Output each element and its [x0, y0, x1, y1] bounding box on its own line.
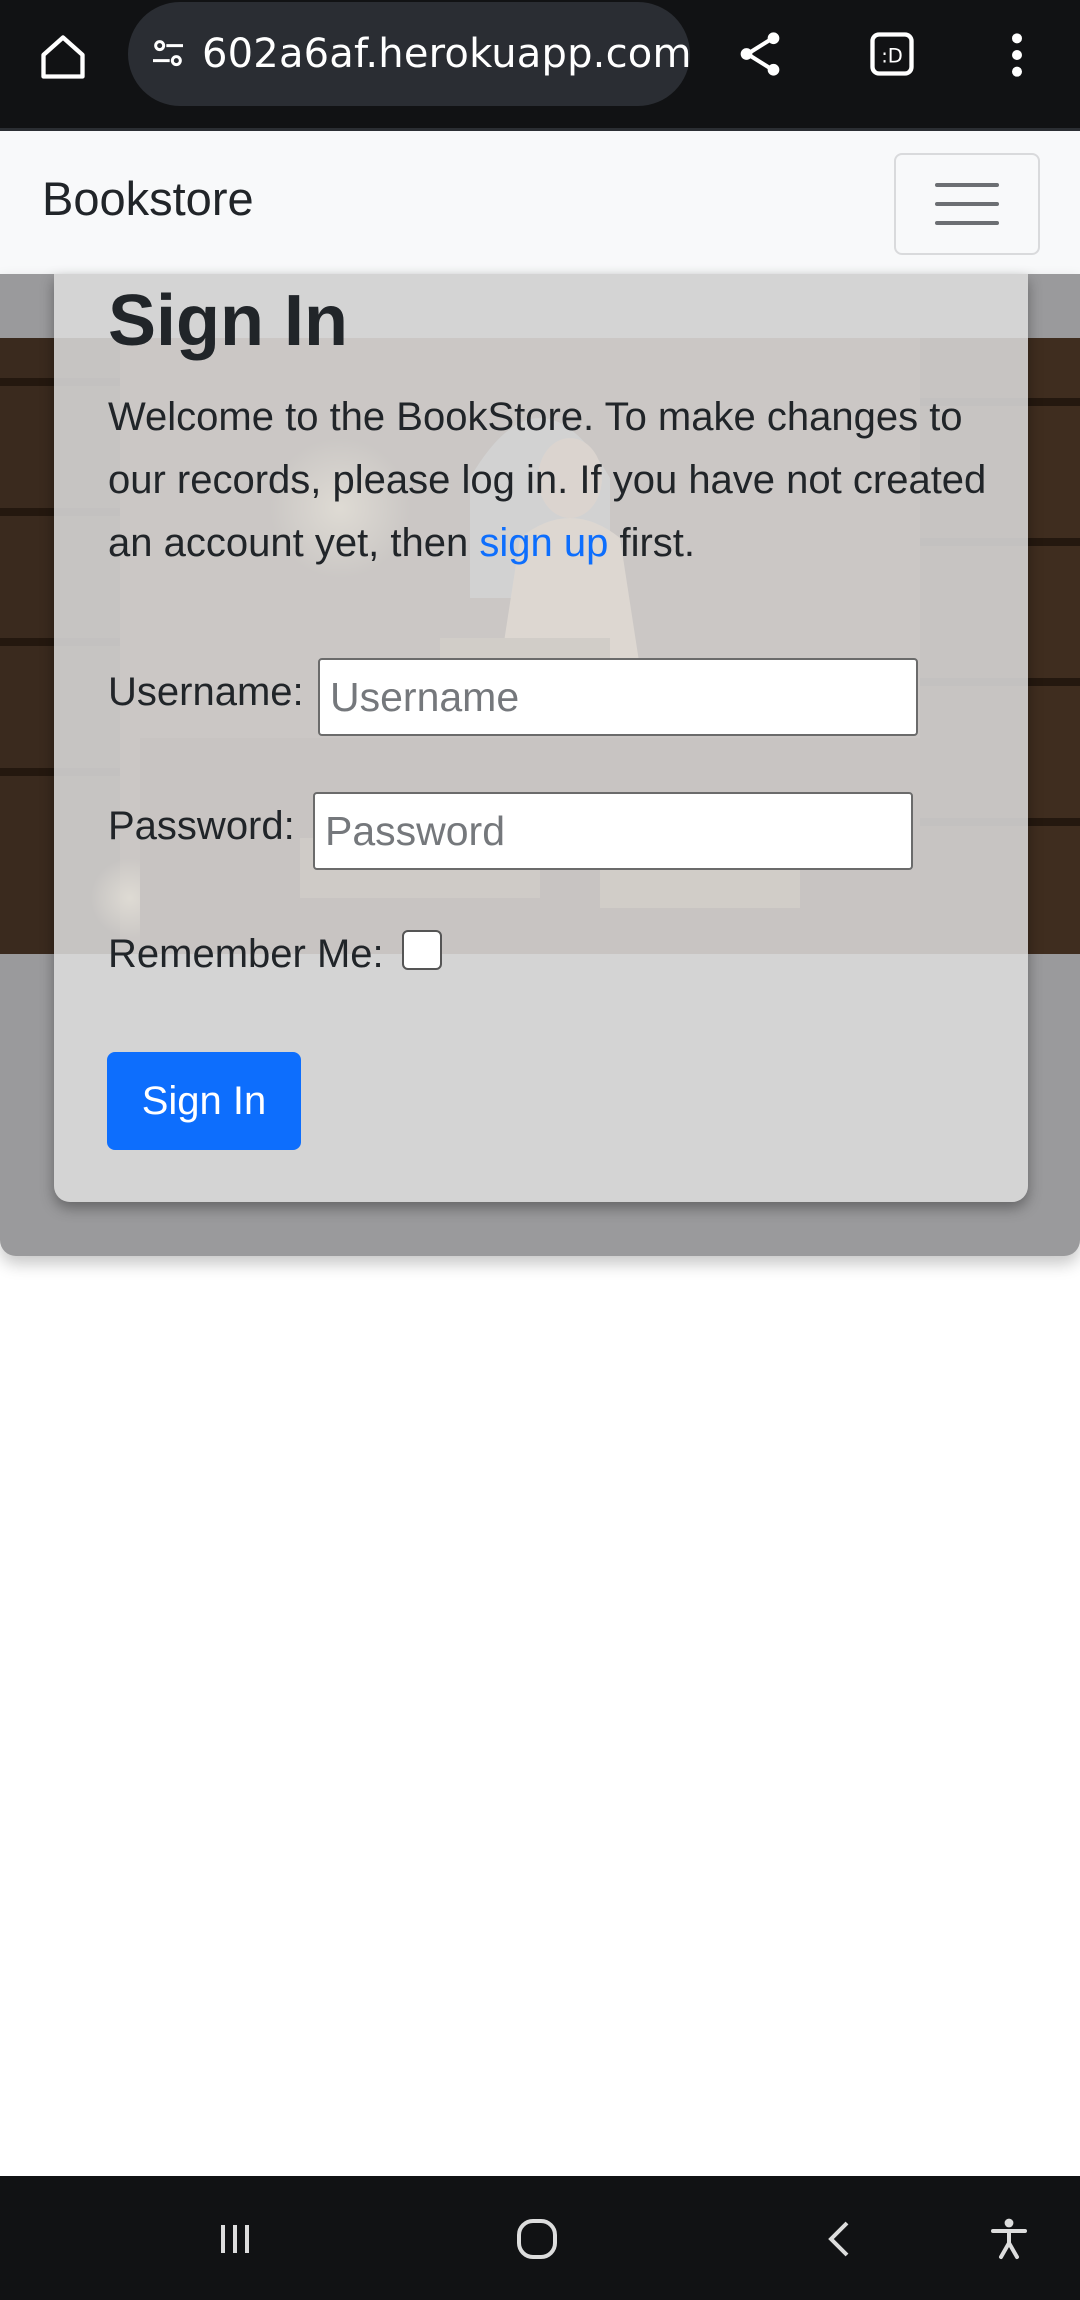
- hamburger-icon: [935, 221, 999, 225]
- password-label: Password:: [108, 804, 295, 848]
- site-navbar: Bookstore: [0, 128, 1080, 274]
- page-title: Sign In: [108, 281, 348, 361]
- remember-me-checkbox[interactable]: [402, 930, 442, 970]
- signup-link[interactable]: sign up: [479, 521, 608, 565]
- svg-text::D: :D: [881, 45, 903, 68]
- more-vert-icon[interactable]: [1000, 24, 1034, 86]
- navbar-toggler-button[interactable]: [894, 153, 1040, 255]
- back-icon[interactable]: [806, 2204, 876, 2274]
- share-icon[interactable]: [728, 22, 792, 86]
- system-nav-bar: [0, 2176, 1080, 2300]
- signin-button[interactable]: Sign In: [107, 1052, 301, 1150]
- intro-text: Welcome to the BookStore. To make change…: [108, 386, 988, 575]
- browser-toolbar: 602a6af.herokuapp.com :D: [0, 0, 1080, 128]
- home-button-icon[interactable]: [502, 2204, 572, 2274]
- username-label: Username:: [108, 670, 304, 714]
- accessibility-icon[interactable]: [974, 2204, 1044, 2274]
- password-input[interactable]: [313, 792, 913, 870]
- site-settings-icon[interactable]: [148, 32, 188, 76]
- navbar-brand[interactable]: Bookstore: [42, 171, 254, 226]
- url-text: 602a6af.herokuapp.com: [202, 31, 692, 77]
- signin-card: Sign In Welcome to the BookStore. To mak…: [54, 274, 1028, 1202]
- username-input[interactable]: [318, 658, 918, 736]
- recents-icon[interactable]: [200, 2204, 270, 2274]
- hamburger-icon: [935, 202, 999, 206]
- hamburger-icon: [935, 183, 999, 187]
- tabs-icon[interactable]: :D: [862, 24, 922, 84]
- remember-me-label: Remember Me:: [108, 932, 384, 976]
- home-icon[interactable]: [30, 24, 96, 90]
- intro-text-after: first.: [608, 521, 696, 565]
- address-bar[interactable]: 602a6af.herokuapp.com: [128, 2, 692, 106]
